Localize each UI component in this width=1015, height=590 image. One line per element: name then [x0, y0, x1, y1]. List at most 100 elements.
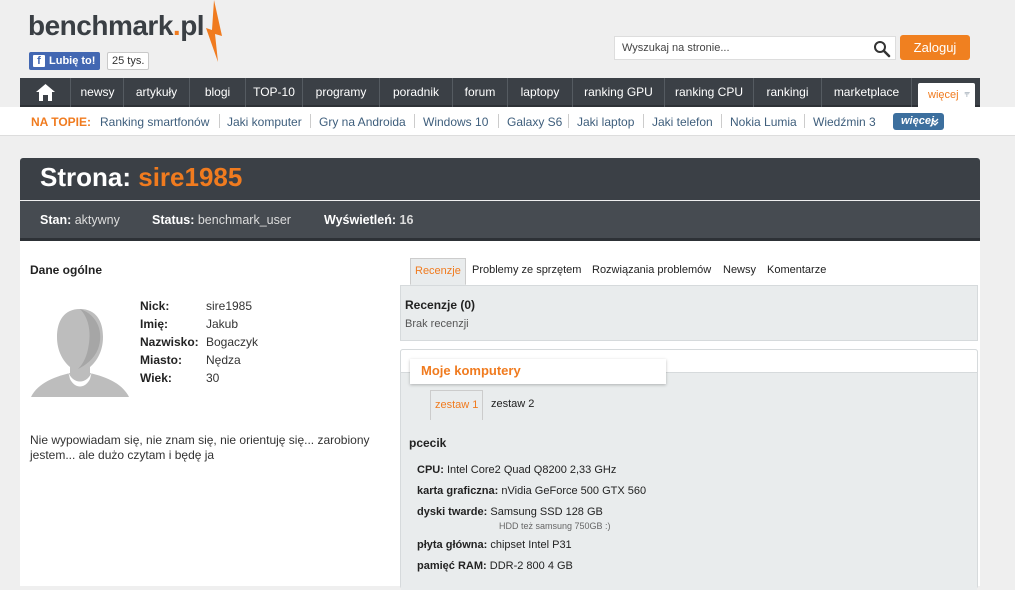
spec-value: nVidia GeForce 500 GTX 560: [501, 485, 647, 497]
divider: [721, 114, 722, 128]
spec-value: Intel Core2 Quad Q8200 2,33 GHz: [446, 464, 617, 476]
nav-more-label: więcej: [928, 89, 959, 101]
profile-content: Dane ogólne Nick: sire1985 Imię: Jakub N…: [20, 241, 980, 590]
status-role: Status: benchmark_user: [152, 213, 291, 227]
general-info-heading: Dane ogólne: [30, 263, 103, 277]
site-header: benchmark.pl f Lubię to! 25 tys. Zaloguj: [0, 0, 1015, 78]
tab-reviews[interactable]: Recenzje: [410, 258, 466, 285]
login-button[interactable]: Zaloguj: [900, 35, 970, 60]
topic-link[interactable]: Windows 10: [423, 115, 488, 129]
status-label: Stan:: [40, 213, 72, 227]
facebook-icon: f: [33, 55, 45, 67]
nav-item-top10[interactable]: TOP-10: [246, 78, 303, 107]
activity-tabs: Recenzje Problemy ze sprzętem Rozwiązani…: [408, 255, 978, 285]
hot-topics-label: NA TOPIE:: [31, 115, 92, 129]
logo-text: benchmark: [28, 10, 173, 41]
status-value: 16: [399, 213, 414, 227]
field-label: Miasto:: [140, 353, 182, 367]
page-title-prefix: Strona:: [40, 162, 131, 192]
tab-set-1[interactable]: zestaw 1: [430, 390, 484, 420]
divider: [568, 114, 569, 128]
nav-item-ranking-cpu[interactable]: ranking CPU: [665, 78, 754, 107]
divider: [643, 114, 644, 128]
nav-item-programy[interactable]: programy: [303, 78, 380, 107]
facebook-like-button[interactable]: f Lubię to!: [29, 52, 101, 70]
divider: [498, 114, 499, 128]
divider: [310, 114, 311, 128]
topic-link[interactable]: Jaki laptop: [577, 115, 634, 129]
user-bio: Nie wypowiadam się, nie znam się, nie or…: [30, 433, 370, 462]
spec-label: płyta główna:: [417, 539, 488, 551]
field-value: 30: [206, 371, 220, 385]
reviews-empty-text: Brak recenzji: [405, 318, 469, 330]
topic-link[interactable]: Jaki komputer: [227, 115, 302, 129]
status-views: Wyświetleń: 16: [324, 213, 413, 227]
search-box: [614, 36, 896, 60]
status-label: Status:: [152, 213, 195, 227]
field-value: sire1985: [206, 299, 253, 313]
reviews-heading: Recenzje (0): [405, 298, 476, 312]
spec-motherboard: płyta główna: chipset Intel P31: [417, 539, 572, 551]
nav-item-newsy[interactable]: newsy: [72, 78, 124, 107]
nav-item-ranking-gpu[interactable]: ranking GPU: [573, 78, 665, 107]
divider: [219, 114, 220, 128]
tab-comments[interactable]: Komentarze: [767, 264, 826, 276]
avatar: [30, 305, 130, 397]
field-value: Nędza: [206, 353, 241, 367]
nav-more-button[interactable]: więcej ⫧: [918, 83, 975, 107]
nav-item-laptopy[interactable]: laptopy: [508, 78, 573, 107]
user-status-bar: Stan: aktywny Status: benchmark_user Wyś…: [20, 201, 980, 241]
topic-link[interactable]: Ranking smartfonów: [100, 115, 209, 129]
tab-news[interactable]: Newsy: [723, 264, 756, 276]
nav-item-marketplace[interactable]: marketplace: [822, 78, 912, 107]
main-nav: newsy artykuły blogi TOP-10 programy por…: [20, 78, 980, 107]
spec-label: pamięć RAM:: [417, 560, 487, 572]
field-label: Imię:: [140, 317, 169, 331]
nav-item-rankingi[interactable]: rankingi: [754, 78, 822, 107]
divider: [414, 114, 415, 128]
topic-link[interactable]: Jaki telefon: [652, 115, 713, 129]
nav-item-poradnik[interactable]: poradnik: [380, 78, 453, 107]
status-value: benchmark_user: [197, 213, 291, 227]
search-input[interactable]: [615, 37, 865, 59]
spec-ram: pamięć RAM: DDR-2 800 4 GB: [417, 560, 573, 572]
page-title-user: sire1985: [138, 162, 243, 192]
chevron-down-icon: [931, 118, 939, 126]
spec-value: DDR-2 800 4 GB: [489, 560, 573, 572]
nav-item-forum[interactable]: forum: [453, 78, 508, 107]
nav-item-artykuly[interactable]: artykuły: [124, 78, 190, 107]
spec-cpu: CPU: Intel Core2 Quad Q8200 2,33 GHz: [417, 464, 616, 476]
my-computers-title: Moje komputery: [410, 359, 666, 384]
computer-specs: pcecik CPU: Intel Core2 Quad Q8200 2,33 …: [401, 420, 977, 590]
search-icon[interactable]: [873, 40, 891, 58]
field-label: Wiek:: [140, 371, 172, 385]
topic-link[interactable]: Galaxy S6: [507, 115, 562, 129]
nav-item-blogi[interactable]: blogi: [190, 78, 246, 107]
status-state: Stan: aktywny: [40, 213, 120, 227]
topics-more-button[interactable]: więcej: [893, 113, 944, 130]
topic-link[interactable]: Wiedźmin 3: [813, 115, 876, 129]
spec-label: CPU:: [417, 464, 444, 476]
reviews-panel: Recenzje (0) Brak recenzji: [400, 285, 978, 341]
site-logo[interactable]: benchmark.pl: [28, 10, 205, 42]
tab-solutions[interactable]: Rozwiązania problemów: [592, 264, 711, 276]
my-computers-panel: Moje komputery zestaw 1 zestaw 2 pcecik …: [400, 349, 978, 590]
spec-label: dyski twarde:: [417, 506, 488, 518]
hot-topics-bar: NA TOPIE: Ranking smartfonów Jaki komput…: [0, 107, 1015, 136]
tab-hardware-problems[interactable]: Problemy ze sprzętem: [472, 264, 581, 276]
field-value: Bogaczyk: [206, 335, 259, 349]
chevron-down-icon: ⫧: [964, 89, 970, 100]
topic-link[interactable]: Gry na Androida: [319, 115, 406, 129]
computer-name: pcecik: [409, 436, 447, 450]
topic-link[interactable]: Nokia Lumia: [730, 115, 797, 129]
field-label: Nick:: [140, 299, 170, 313]
home-icon: [36, 84, 55, 101]
tab-set-2[interactable]: zestaw 2: [491, 398, 534, 410]
spec-label: karta graficzna:: [417, 485, 499, 497]
home-button[interactable]: [20, 78, 71, 107]
divider: [804, 114, 805, 128]
logo-bolt-icon: [206, 0, 222, 62]
spec-gpu: karta graficzna: nVidia GeForce 500 GTX …: [417, 485, 646, 497]
status-value: aktywny: [74, 213, 120, 227]
spec-value: Samsung SSD 128 GB: [490, 506, 603, 518]
